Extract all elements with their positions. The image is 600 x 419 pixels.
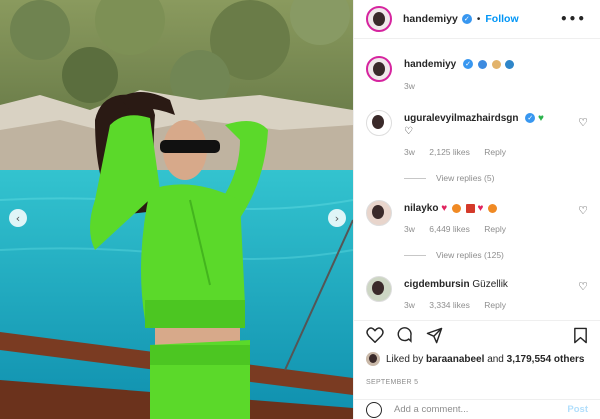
comment-bubble-icon[interactable]: [396, 327, 413, 344]
post-photo[interactable]: ‹ ›: [0, 0, 353, 419]
post-date[interactable]: SEPTEMBER 5: [366, 379, 418, 386]
wave-icon: [477, 59, 487, 69]
comment-likes[interactable]: 2,125 likes: [429, 147, 470, 157]
comment-input[interactable]: Add a comment...: [394, 404, 468, 415]
comment-item: nilayko ♥ ♥ ♡ 3w 6,449 likes Reply View …: [366, 200, 588, 270]
photo-scene: [0, 0, 353, 419]
likes-summary: Liked by baraanabeel and 3,179,554 other…: [366, 352, 590, 366]
red-heart-icon: ♥: [441, 203, 448, 214]
previous-photo-button[interactable]: ‹: [9, 209, 27, 227]
emoji-picker-icon[interactable]: [366, 401, 382, 418]
author-avatar[interactable]: [366, 56, 392, 82]
liked-by-prefix: Liked by: [386, 353, 424, 365]
author-username[interactable]: handemiyy: [403, 13, 458, 25]
post-header: handemiyy ✓ • Follow •••: [354, 0, 600, 39]
like-comment-heart-icon[interactable]: ♡: [578, 204, 588, 217]
globe-icon: [505, 59, 515, 69]
comment-text: Güzellik: [472, 279, 508, 290]
white-heart-icon: ♡: [404, 126, 413, 137]
share-paper-plane-icon[interactable]: [426, 327, 443, 344]
comment-item: cigdembursin Güzellik ♡ 3w 3,334 likes R…: [366, 276, 588, 316]
red-heart-icon: ♥: [477, 203, 484, 214]
follow-button[interactable]: Follow: [485, 13, 518, 25]
view-replies-label: View replies (5): [436, 173, 495, 183]
comment-body: nilayko ♥ ♥: [404, 202, 570, 215]
fire-icon: [488, 203, 498, 213]
caption-meta: 3w: [404, 81, 427, 91]
add-comment-bar: Add a comment... Post: [354, 399, 600, 419]
reply-button[interactable]: Reply: [484, 224, 506, 234]
comment-meta: 3w 2,125 likes Reply: [404, 147, 518, 157]
post-side-panel: handemiyy ✓ • Follow ••• handemiyy ✓ 3w …: [353, 0, 600, 419]
comment-username[interactable]: cigdembursin: [404, 279, 470, 290]
comment-age: 3w: [404, 224, 415, 234]
like-comment-heart-icon[interactable]: ♡: [578, 116, 588, 129]
view-replies-label: View replies (125): [436, 250, 504, 260]
separator-dot: •: [476, 13, 481, 25]
comment-item: ugurаlevyilmazhairdsgn ✓ ♥ ♡ ♡ 3w 2,125 …: [366, 110, 588, 190]
post-actions: [354, 320, 600, 348]
caption-username[interactable]: handemiyy: [404, 59, 456, 70]
caption-body: handemiyy ✓: [404, 58, 570, 71]
save-bookmark-icon[interactable]: [573, 327, 588, 344]
green-heart-icon: ♥: [538, 113, 544, 124]
liker-avatar[interactable]: [366, 352, 380, 366]
comment-username[interactable]: ugurаlevyilmazhairdsgn: [404, 113, 518, 124]
caption-row: handemiyy ✓ 3w: [366, 56, 588, 98]
comment-age: 3w: [404, 300, 415, 310]
comments-list[interactable]: handemiyy ✓ 3w ugurаlevyilmazhairdsgn ✓ …: [354, 40, 600, 320]
verified-icon: ✓: [463, 59, 474, 70]
comment-body: ugurаlevyilmazhairdsgn ✓ ♥ ♡: [404, 112, 570, 138]
view-replies-button[interactable]: View replies (125): [404, 250, 504, 260]
face-icon: [491, 59, 501, 69]
fire-icon: [451, 203, 461, 213]
commenter-avatar[interactable]: [366, 110, 392, 136]
commenter-avatar[interactable]: [366, 276, 392, 302]
chevron-right-icon: ›: [334, 211, 340, 225]
replies-divider: [404, 254, 426, 256]
reply-button[interactable]: Reply: [484, 300, 506, 310]
verified-icon: ✓: [525, 113, 536, 124]
post-comment-button[interactable]: Post: [567, 404, 588, 415]
chevron-left-icon: ‹: [15, 211, 21, 225]
comment-likes[interactable]: 6,449 likes: [429, 224, 470, 234]
comment-meta: 3w 6,449 likes Reply: [404, 224, 518, 234]
comment-body: cigdembursin Güzellik: [404, 278, 570, 291]
commenter-avatar[interactable]: [366, 200, 392, 226]
next-photo-button[interactable]: ›: [328, 209, 346, 227]
hundred-icon: [465, 203, 475, 213]
replies-divider: [404, 177, 426, 179]
liker-username[interactable]: baraanabeel: [426, 354, 484, 365]
reply-button[interactable]: Reply: [484, 147, 506, 157]
caption-age: 3w: [404, 81, 415, 91]
more-options-icon[interactable]: •••: [560, 12, 586, 26]
comment-meta: 3w 3,334 likes Reply: [404, 300, 518, 310]
like-comment-heart-icon[interactable]: ♡: [578, 280, 588, 293]
comment-username[interactable]: nilayko: [404, 203, 438, 214]
view-replies-button[interactable]: View replies (5): [404, 173, 494, 183]
comment-age: 3w: [404, 147, 415, 157]
likes-and: and: [487, 353, 504, 365]
likes-others[interactable]: 3,179,554 others: [507, 354, 585, 365]
verified-icon: ✓: [461, 14, 472, 24]
comment-likes[interactable]: 3,334 likes: [429, 300, 470, 310]
like-heart-icon[interactable]: [366, 327, 384, 343]
author-avatar[interactable]: [366, 6, 392, 32]
